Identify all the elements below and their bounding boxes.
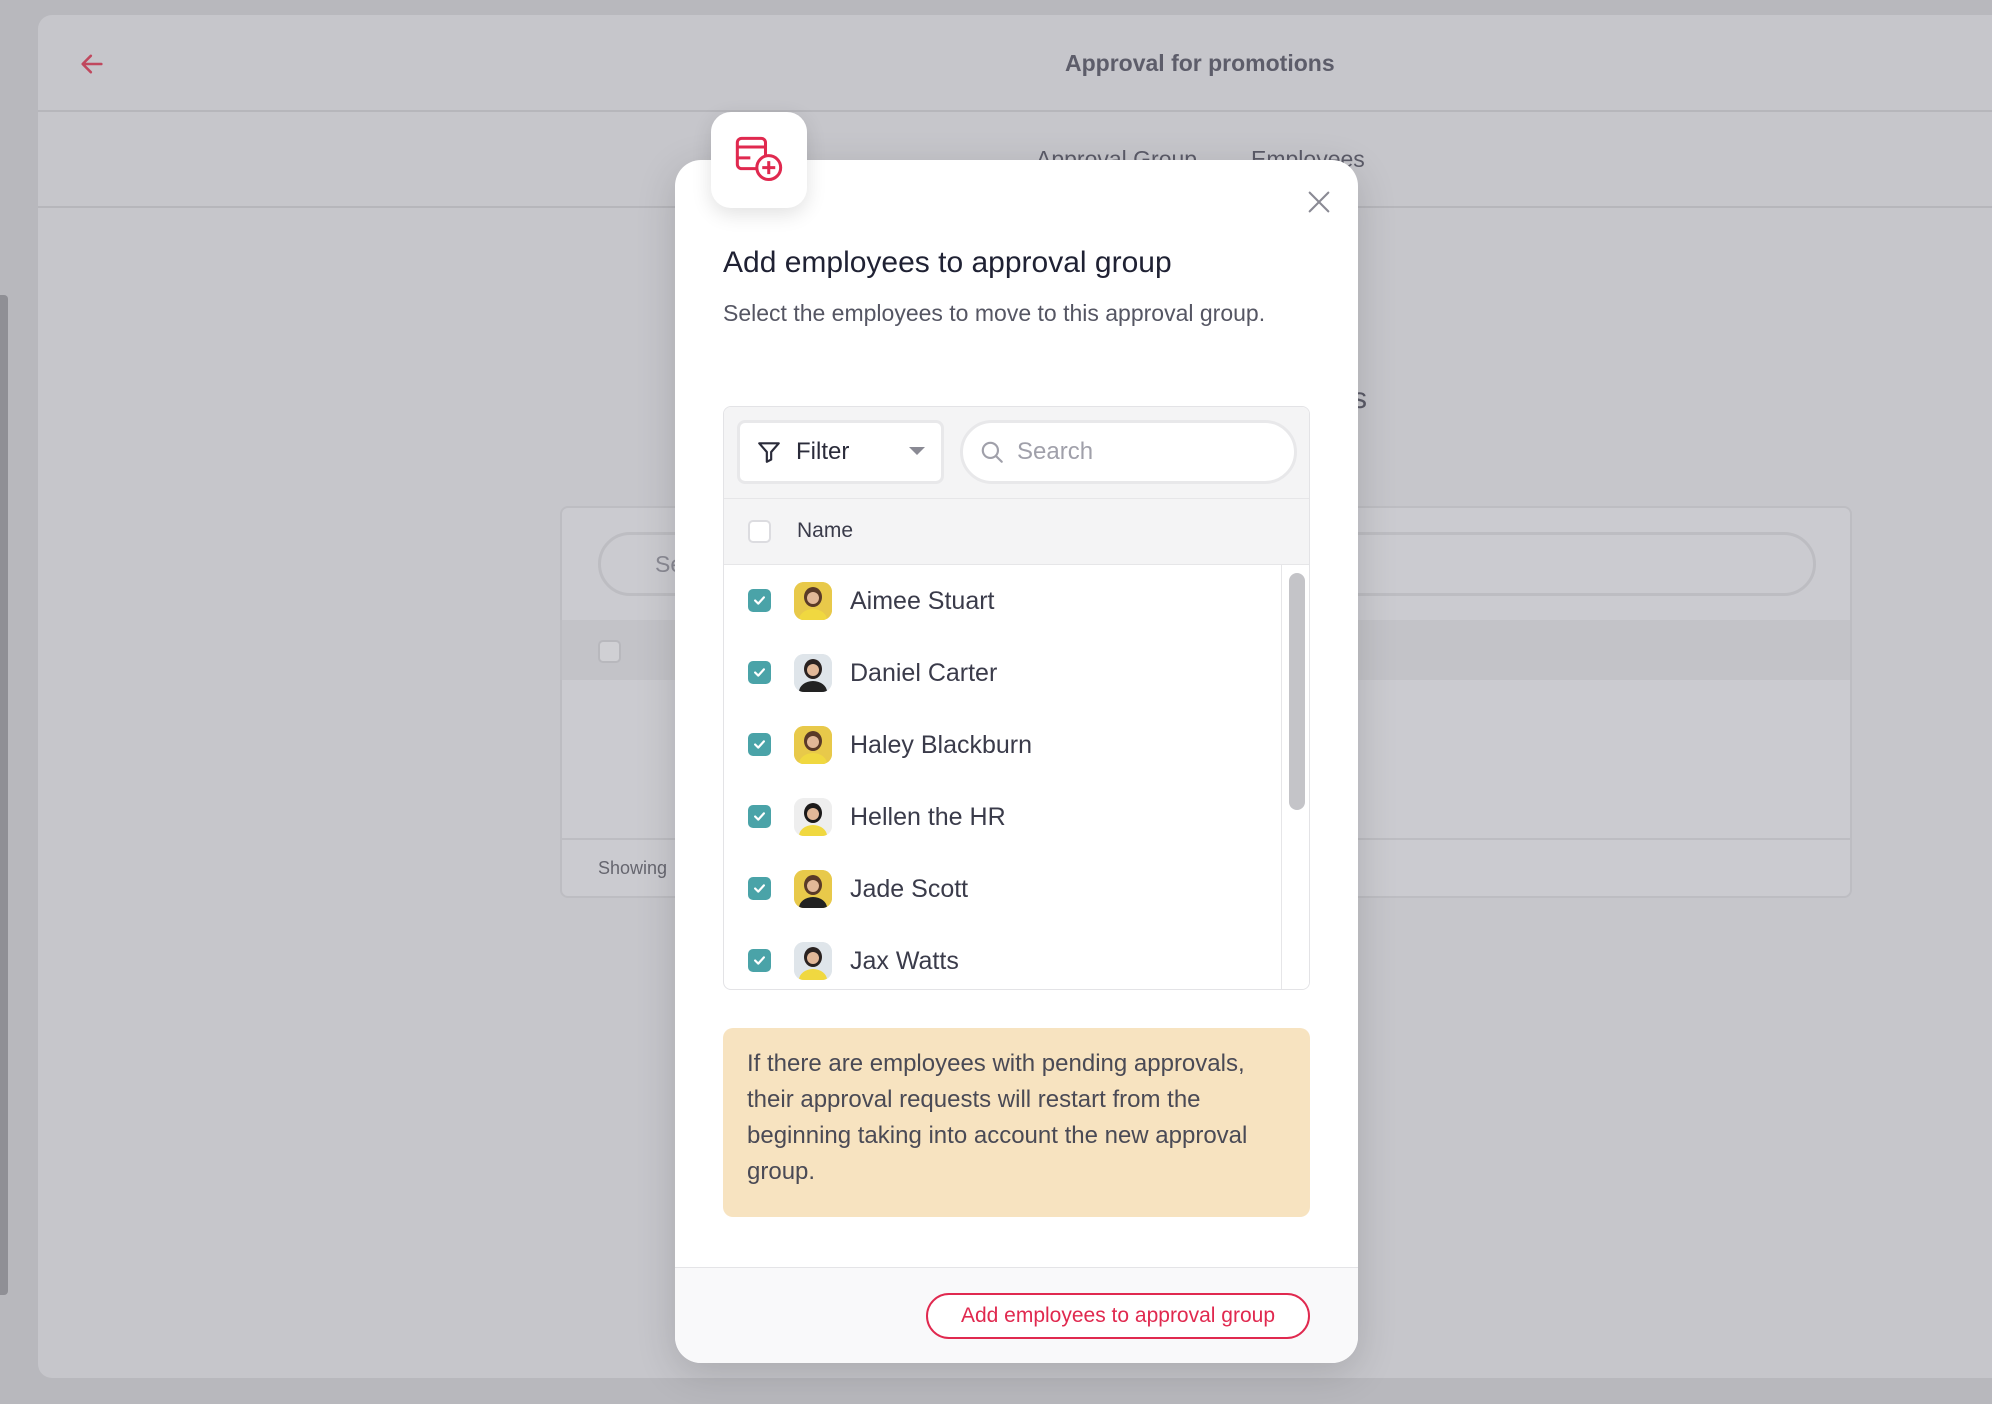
close-button[interactable] [1305, 188, 1333, 221]
check-icon [754, 812, 765, 821]
modal-icon [711, 112, 807, 208]
back-button[interactable] [78, 50, 106, 83]
scrollbar-thumb[interactable] [1289, 573, 1305, 810]
employee-name: Aimee Stuart [850, 587, 995, 615]
check-icon [754, 884, 765, 893]
employee-name: Hellen the HR [850, 803, 1006, 831]
check-icon [754, 596, 765, 605]
arrow-left-icon [81, 54, 103, 74]
list-toolbar: Filter Search [724, 407, 1309, 499]
filter-dropdown[interactable]: Filter [737, 420, 944, 484]
employee-row[interactable]: Jade Scott [724, 853, 1281, 925]
chevron-down-icon [909, 447, 925, 455]
employee-list: Filter Search Name Aimee Stuart Daniel C… [723, 406, 1310, 990]
check-icon [754, 740, 765, 749]
page-title: Approval for promotions [1065, 50, 1335, 76]
avatar [794, 942, 832, 980]
avatar [794, 726, 832, 764]
employee-checkbox[interactable] [748, 877, 771, 900]
showing-label: Showing [598, 858, 668, 878]
avatar [794, 870, 832, 908]
check-icon [754, 668, 765, 677]
warning-notice: If there are employees with pending appr… [723, 1028, 1310, 1217]
divider [38, 110, 1992, 112]
add-employees-modal: Add employees to approval group Select t… [675, 160, 1358, 1363]
search-icon [981, 441, 1003, 463]
add-employees-button[interactable]: Add employees to approval group [926, 1293, 1310, 1339]
check-icon [754, 956, 765, 965]
avatar [794, 798, 832, 836]
employee-checkbox[interactable] [748, 733, 771, 756]
avatar [794, 582, 832, 620]
modal-title: Add employees to approval group [723, 246, 1172, 279]
employee-checkbox[interactable] [748, 661, 771, 684]
search-placeholder: Search [1017, 438, 1094, 465]
employee-row[interactable]: Daniel Carter [724, 637, 1281, 709]
column-name: Name [797, 519, 854, 542]
add-to-list-icon [735, 136, 783, 182]
employee-name: Jade Scott [850, 875, 969, 903]
modal-subtitle: Select the employees to move to this app… [723, 300, 1266, 326]
filter-icon [758, 442, 780, 463]
employee-name: Jax Watts [850, 947, 959, 975]
avatar [794, 654, 832, 692]
select-all-checkbox[interactable] [748, 520, 771, 543]
page-scrollbar[interactable] [0, 295, 8, 1295]
close-icon [1308, 191, 1330, 213]
modal-footer: Add employees to approval group [675, 1267, 1358, 1363]
employee-row[interactable]: Aimee Stuart [724, 565, 1281, 637]
employee-row[interactable]: Jax Watts [724, 925, 1281, 989]
employee-checkbox[interactable] [748, 589, 771, 612]
employee-row[interactable]: Haley Blackburn [724, 709, 1281, 781]
employee-name: Daniel Carter [850, 659, 998, 687]
select-all-checkbox[interactable] [598, 640, 621, 663]
filter-label: Filter [796, 438, 850, 465]
employee-row[interactable]: Hellen the HR [724, 781, 1281, 853]
employee-checkbox[interactable] [748, 805, 771, 828]
list-header: Name [724, 499, 1309, 565]
list-scrollbar[interactable] [1281, 565, 1309, 989]
employee-checkbox[interactable] [748, 949, 771, 972]
search-input[interactable]: Search [960, 420, 1297, 484]
employee-name: Haley Blackburn [850, 731, 1033, 759]
